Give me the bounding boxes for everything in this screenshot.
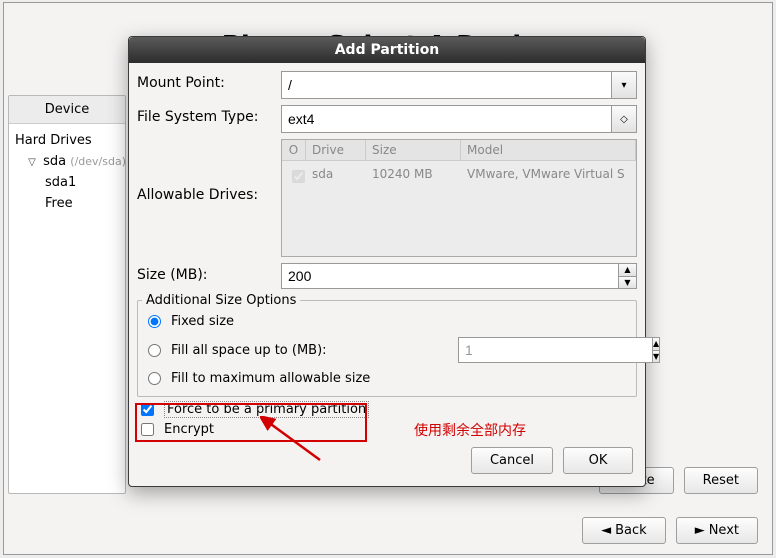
checkbox-primary-partition[interactable] bbox=[141, 403, 154, 416]
mount-point-input[interactable] bbox=[281, 71, 611, 99]
radio-fill-up-to[interactable] bbox=[148, 344, 161, 357]
ok-button[interactable]: OK bbox=[563, 447, 633, 474]
drives-header-size[interactable]: Size bbox=[366, 140, 461, 160]
drive-row-sda[interactable]: sda 10240 MB VMware, VMware Virtual S bbox=[282, 161, 636, 192]
checkbox-encrypt[interactable] bbox=[141, 423, 154, 436]
additional-size-options-group: Additional Size Options Fixed size Fill … bbox=[137, 293, 637, 397]
radio-fixed-size-label: Fixed size bbox=[171, 314, 234, 329]
allowable-drives-label: Allowable Drives: bbox=[131, 137, 281, 209]
tree-partition-sda1[interactable]: sda1 bbox=[13, 172, 121, 193]
fill-spin-down: ▼ bbox=[653, 350, 660, 364]
fs-type-input[interactable] bbox=[281, 105, 611, 133]
cancel-button[interactable]: Cancel bbox=[471, 447, 553, 474]
drive-row-size: 10240 MB bbox=[366, 165, 461, 188]
radio-fill-max-label: Fill to maximum allowable size bbox=[171, 371, 370, 386]
next-button[interactable]: ► Next bbox=[676, 517, 758, 544]
drives-header-row: O Drive Size Model bbox=[282, 140, 636, 161]
reset-button[interactable]: Reset bbox=[684, 467, 758, 494]
tree-disk-label: sda bbox=[43, 154, 66, 169]
radio-fixed-size[interactable] bbox=[148, 315, 161, 328]
drive-row-model: VMware, VMware Virtual S bbox=[461, 165, 636, 188]
drive-row-name: sda bbox=[306, 165, 366, 188]
fill-spin-up: ▲ bbox=[653, 337, 660, 350]
chevron-down-icon[interactable]: ▽ bbox=[27, 157, 37, 168]
drives-header-drive[interactable]: Drive bbox=[306, 140, 366, 160]
tree-section-hard-drives[interactable]: Hard Drives bbox=[13, 130, 121, 151]
size-spin-down[interactable]: ▼ bbox=[619, 276, 637, 290]
add-partition-dialog: Add Partition Mount Point: ▾ File System… bbox=[128, 36, 646, 487]
size-spin-up[interactable]: ▲ bbox=[619, 263, 637, 276]
additional-size-legend: Additional Size Options bbox=[142, 293, 300, 308]
arrow-left-icon: ◄ bbox=[601, 523, 611, 538]
fs-type-label: File System Type: bbox=[131, 103, 281, 131]
next-button-label: Next bbox=[709, 523, 739, 538]
radio-fill-max[interactable] bbox=[148, 372, 161, 385]
allowable-drives-list[interactable]: O Drive Size Model sda 10240 MB VMware, … bbox=[281, 139, 637, 257]
tree-disk-path: (/dev/sda) bbox=[70, 155, 126, 168]
chevron-down-icon: ▾ bbox=[621, 80, 626, 91]
radio-fill-up-to-label: Fill all space up to (MB): bbox=[171, 343, 327, 358]
device-tree-header: Device bbox=[9, 96, 125, 124]
wizard-nav: ◄ Back ► Next bbox=[582, 517, 758, 544]
drives-header-check[interactable]: O bbox=[282, 140, 306, 160]
back-button[interactable]: ◄ Back bbox=[582, 517, 666, 544]
size-label: Size (MB): bbox=[131, 261, 281, 289]
checkbox-primary-partition-label: Force to be a primary partition bbox=[164, 401, 369, 418]
device-tree-panel: Device Hard Drives ▽ sda (/dev/sda) sda1… bbox=[8, 95, 126, 494]
updown-icon: ◇ bbox=[620, 114, 628, 125]
annotation-text: 使用剩余全部内存 bbox=[414, 420, 526, 440]
device-tree[interactable]: Hard Drives ▽ sda (/dev/sda) sda1 Free bbox=[9, 124, 125, 220]
mount-point-label: Mount Point: bbox=[131, 69, 281, 97]
drives-header-model[interactable]: Model bbox=[461, 140, 636, 160]
mount-point-dropdown-button[interactable]: ▾ bbox=[611, 71, 637, 99]
tree-partition-free[interactable]: Free bbox=[13, 193, 121, 214]
checkbox-encrypt-label: Encrypt bbox=[164, 422, 214, 437]
back-button-label: Back bbox=[615, 523, 647, 538]
dialog-title: Add Partition bbox=[129, 37, 645, 63]
tree-disk-sda[interactable]: ▽ sda (/dev/sda) bbox=[13, 151, 121, 172]
arrow-right-icon: ► bbox=[695, 523, 705, 538]
fs-type-dropdown-button[interactable]: ◇ bbox=[611, 105, 637, 133]
fill-up-to-input bbox=[458, 337, 653, 363]
drive-row-checkbox bbox=[292, 170, 305, 183]
size-input[interactable] bbox=[281, 263, 619, 289]
